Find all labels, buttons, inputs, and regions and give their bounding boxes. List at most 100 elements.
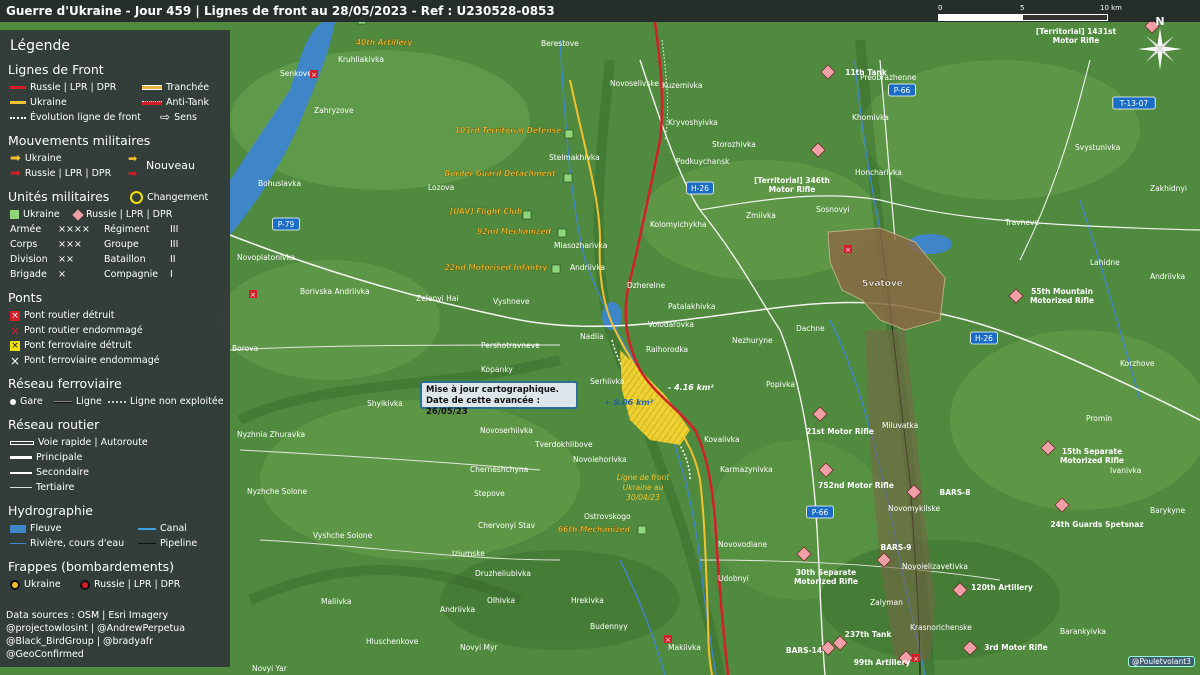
town-label: Kolomyichykha <box>650 220 707 229</box>
town-label: Khomivka <box>852 113 889 122</box>
svg-text:30/04/23: 30/04/23 <box>626 493 660 502</box>
town-label: Volodarovka <box>648 320 694 329</box>
town-label: Lahidne <box>1090 258 1120 267</box>
compass-rose-icon: N <box>1138 15 1182 70</box>
legend-pipeline: Pipeline <box>160 538 198 549</box>
town-label: Ivanivka <box>1110 466 1141 475</box>
road-shield-label: P-66 <box>812 508 829 517</box>
unit-size-cell: Armée <box>10 224 42 235</box>
russia-unit-label: 11th Tank <box>845 68 888 77</box>
ukraine-unit-marker[interactable] <box>563 173 573 183</box>
ukraine-unit-label: 22nd Motorised Infantry <box>445 263 549 272</box>
legend-panel: Légende Lignes de Front Russie | LPR | D… <box>0 30 230 667</box>
legend-canal: Canal <box>160 523 187 534</box>
town-label: Serhiivka <box>590 377 625 386</box>
town-label: Vyshche Solone <box>313 531 373 540</box>
scale-zero: 0 <box>938 4 943 12</box>
canal-swatch <box>138 527 156 530</box>
legend-road-damaged: Pont routier endommagé <box>24 325 143 336</box>
town-label: Zakhidnyi <box>1150 184 1187 193</box>
road-bridge-damaged-icon: × <box>10 323 21 338</box>
legend-anti-tank: Anti-Tank <box>166 97 210 108</box>
town-label: Zahryzove <box>314 106 354 115</box>
new-russia-arrow-icon: ➡ <box>128 167 138 180</box>
gain-label: + 9.06 km² <box>604 398 654 407</box>
loss-label: - 4.16 km² <box>668 383 714 392</box>
town-label: Borova <box>232 344 258 353</box>
new-arrow-icon: ➡ <box>128 152 138 165</box>
update-callout: Mise à jour cartographique. Date de cett… <box>420 381 578 417</box>
russia-unit-label: 55th Mountain Motorized Rifle <box>1030 287 1094 305</box>
svg-text:×: × <box>845 246 851 254</box>
town-label: Hrekivka <box>571 596 604 605</box>
rail-bridge-destroyed-icon: × <box>10 340 20 351</box>
unit-size-cell: III <box>170 224 179 235</box>
town-label: Miasozharivka <box>554 241 607 250</box>
ukraine-unit-marker[interactable] <box>564 129 574 139</box>
legend-change: Changement <box>147 192 209 203</box>
unit-size-cell: ×××× <box>58 224 90 235</box>
svg-text:×: × <box>311 71 317 79</box>
town-label: Nadiia <box>580 332 604 341</box>
town-label: Zelenyi Hai <box>416 294 458 303</box>
credit-line: @Black_BirdGroup | @bradyafr <box>6 636 154 647</box>
trench-swatch <box>142 85 162 90</box>
russia-line-swatch <box>10 86 26 89</box>
legend-russia-line: Russie | LPR | DPR <box>30 82 117 93</box>
town-label: Tverdokhlibove <box>534 440 593 449</box>
change-circle-icon <box>130 191 143 204</box>
unit-size-cell: Groupe <box>104 239 139 250</box>
town-label: Novovodiane <box>718 540 767 549</box>
legend-heading: Légende <box>10 38 71 54</box>
town-label: Svatove <box>862 279 903 289</box>
legend-movements-title: Mouvements militaires <box>8 133 151 148</box>
svg-text:Ligne de front: Ligne de front <box>617 473 671 482</box>
unit-size-cell: Division <box>10 254 48 265</box>
town-label: Kuzemivka <box>662 81 703 90</box>
legend-bridges-title: Ponts <box>8 290 43 305</box>
legend-rail-damaged: Pont ferroviaire endommagé <box>24 355 160 366</box>
town-label: Stepove <box>474 489 505 498</box>
svg-text:×: × <box>665 636 671 644</box>
town-label: Novyi Yar <box>252 664 288 673</box>
town-label: Andriivka <box>570 263 605 272</box>
russia-unit-label: 30th Separate Motorized Rifle <box>794 568 858 586</box>
town-label: Borivska Andriivka <box>300 287 370 296</box>
anti-tank-swatch <box>142 100 162 105</box>
town-label: Bohuslavka <box>258 179 301 188</box>
town-label: Chervonyi Stav <box>478 521 536 530</box>
ukraine-unit-marker[interactable] <box>637 525 647 535</box>
ukraine-unit-label: 40th Artillery <box>356 38 414 47</box>
russia-unit-icon <box>72 208 84 221</box>
credit-line: @GeoConfirmed <box>6 649 84 660</box>
town-label: Storozhivka <box>712 140 756 149</box>
station-icon <box>10 398 16 405</box>
legend-direction: Sens <box>174 112 197 123</box>
ukraine-unit-marker[interactable] <box>557 228 567 238</box>
legend-move-ukraine: Ukraine <box>24 153 62 164</box>
road-shield: H-26 <box>970 331 998 345</box>
town-label: Lozova <box>428 183 454 192</box>
legend-strike-ukraine: Ukraine <box>24 579 61 590</box>
town-label: Novoselivske <box>610 79 659 88</box>
highway-swatch <box>10 440 34 445</box>
ukraine-unit-marker[interactable] <box>522 210 532 220</box>
credits: Data sources : OSM | Esri Imagery @proje… <box>6 609 185 661</box>
town-label: Vyshneve <box>493 297 530 306</box>
russia-unit-label: BARS-8 <box>939 488 970 497</box>
town-label: Cherneshchyna <box>470 465 528 474</box>
ukraine-unit-marker[interactable] <box>551 264 561 274</box>
town-label: Barankyivka <box>1060 627 1106 636</box>
scale-bar: 0 5 10 km <box>936 4 1126 21</box>
legend-evolution: Évolution ligne de front <box>30 112 142 123</box>
town-label: Druzhelіubivka <box>475 569 531 578</box>
legend-highway: Voie rapide | Autoroute <box>38 437 148 448</box>
river-swatch <box>10 543 26 544</box>
town-label: Sosnovyi <box>816 205 850 214</box>
credit-line: @projectowlosint | @AndrewPerpetua <box>6 623 186 634</box>
legend-river: Rivière, cours d'eau <box>30 538 125 549</box>
unit-size-cell: ××× <box>58 239 82 250</box>
legend-strike-russia: Russie | LPR | DPR <box>94 579 181 590</box>
pipeline-swatch <box>138 543 156 544</box>
town-label: Senkove <box>280 69 312 78</box>
